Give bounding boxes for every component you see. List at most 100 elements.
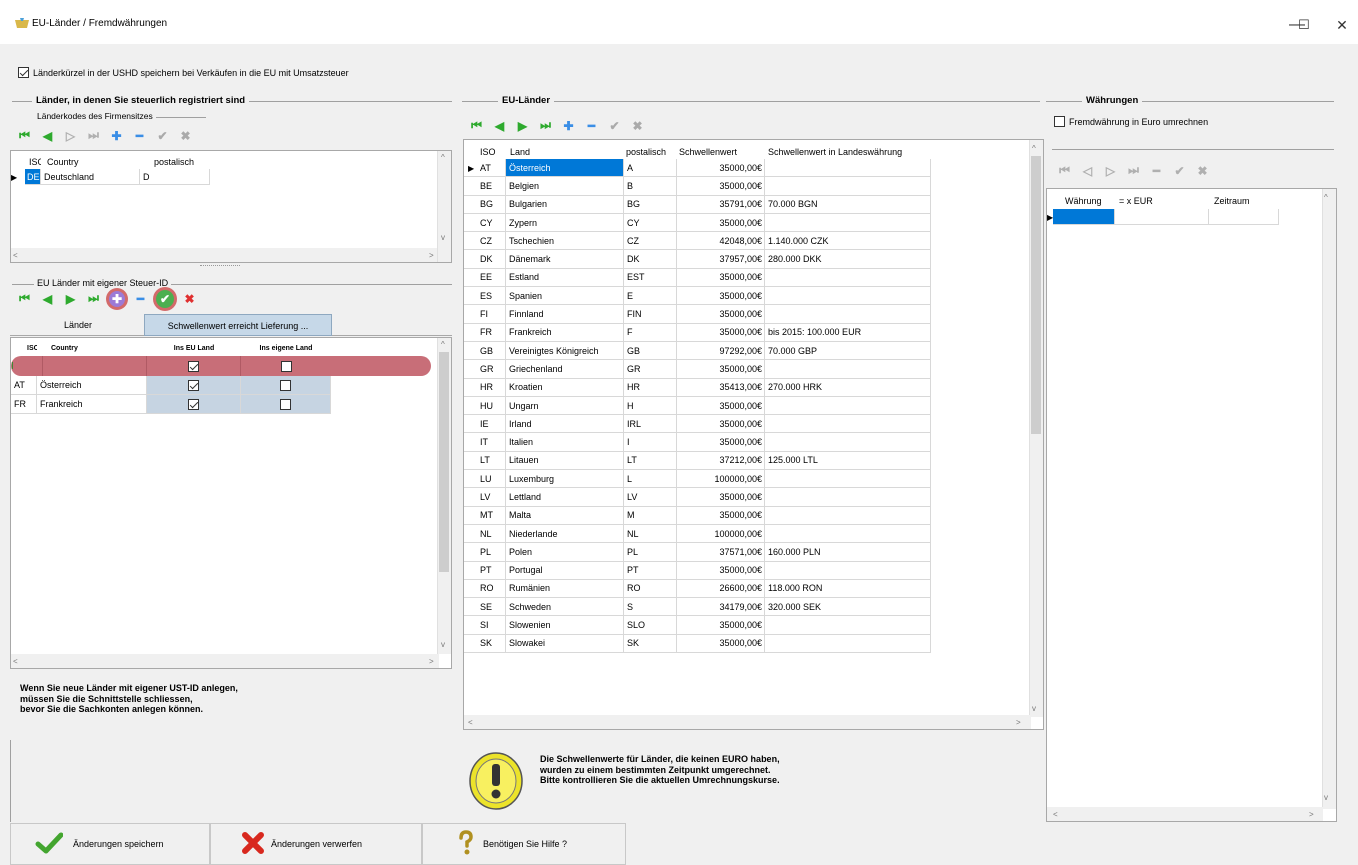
delete-record-icon[interactable]: ━ xyxy=(1146,160,1167,181)
eu-hscrollbar[interactable] xyxy=(464,715,1031,729)
next-record-icon[interactable]: ▷ xyxy=(1100,160,1121,181)
eu-iso-cell[interactable]: FR xyxy=(464,323,506,342)
scroll-right-icon[interactable]: > xyxy=(1309,810,1314,819)
table-row[interactable]: GR Griechenland GR 35000,00€ xyxy=(464,360,1043,379)
eu-land-cell[interactable]: Tschechien xyxy=(506,232,624,251)
table-row[interactable]: LV Lettland LV 35000,00€ xyxy=(464,488,1043,507)
eu-own-own-cell[interactable] xyxy=(241,356,331,376)
scroll-right-icon[interactable]: > xyxy=(429,657,434,666)
discard-changes-button[interactable]: Änderungen verwerfen xyxy=(210,823,422,865)
eu-land-cell[interactable]: Finnland xyxy=(506,305,624,324)
table-row[interactable]: CZ Tschechien CZ 42048,00€ 1.140.000 CZK xyxy=(464,232,1043,251)
table-row[interactable]: HR Kroatien HR 35413,00€ 270.000 HRK xyxy=(464,378,1043,397)
table-row[interactable]: DK Dänemark DK 37957,00€ 280.000 DKK xyxy=(464,250,1043,269)
col-currency[interactable]: Währung xyxy=(1047,193,1117,209)
checkbox-icon[interactable] xyxy=(280,398,291,410)
currency-grid[interactable]: Währung = x EUR Zeitraum ▶ ^ v < > xyxy=(1046,188,1337,822)
col-postal[interactable]: postalisch xyxy=(624,144,677,159)
table-row[interactable]: MT Malta M 35000,00€ xyxy=(464,506,1043,525)
col-iso[interactable]: ISO xyxy=(464,144,506,159)
eu-land-cell[interactable]: Irland xyxy=(506,415,624,434)
last-record-icon[interactable]: ⏭ xyxy=(83,288,104,309)
eu-own-eu-cell[interactable] xyxy=(147,395,241,414)
scroll-left-icon[interactable]: < xyxy=(13,657,18,666)
eu-threshold-local-cell[interactable]: 280.000 DKK xyxy=(765,250,931,269)
table-row[interactable]: FR Frankreich F 35000,00€ bis 2015: 100.000 … xyxy=(464,323,1043,342)
table-row[interactable]: FI Finnland FIN 35000,00€ xyxy=(464,305,1043,324)
eu-iso-cell[interactable]: SI xyxy=(464,616,506,635)
eu-threshold-cell[interactable]: 35000,00€ xyxy=(677,415,765,434)
eu-land-cell[interactable]: Bulgarien xyxy=(506,195,624,214)
eu-iso-cell[interactable]: SK xyxy=(464,634,506,654)
period-cell[interactable] xyxy=(1209,209,1279,225)
eu-iso-cell[interactable]: RO xyxy=(464,579,506,599)
eu-own-hscrollbar[interactable] xyxy=(11,654,439,668)
eu-postal-cell[interactable]: PL xyxy=(624,543,677,562)
scroll-right-icon[interactable]: > xyxy=(1016,718,1021,727)
eu-threshold-cell[interactable]: 35000,00€ xyxy=(677,396,765,416)
eu-threshold-local-cell[interactable] xyxy=(765,433,931,452)
eu-threshold-cell[interactable]: 35791,00€ xyxy=(677,195,765,214)
eu-postal-cell[interactable]: F xyxy=(624,323,677,342)
eu-iso-cell[interactable]: GB xyxy=(464,341,506,361)
eu-land-cell[interactable]: Schweden xyxy=(506,598,624,617)
eu-threshold-local-cell[interactable]: 160.000 PLN xyxy=(765,543,931,562)
eu-threshold-local-cell[interactable]: 125.000 LTL xyxy=(765,451,931,471)
eu-own-eu-cell[interactable] xyxy=(147,356,241,376)
eu-iso-cell[interactable]: LT xyxy=(464,451,506,471)
cancel-record-icon[interactable]: ✖ xyxy=(179,288,200,309)
scroll-up-icon[interactable]: ^ xyxy=(441,340,445,349)
eu-threshold-local-cell[interactable] xyxy=(765,506,931,525)
eu-postal-cell[interactable]: H xyxy=(624,396,677,416)
eu-postal-cell[interactable]: LT xyxy=(624,451,677,471)
eu-threshold-local-cell[interactable]: 70.000 GBP xyxy=(765,341,931,361)
col-postal[interactable]: postalisch xyxy=(151,155,211,169)
table-row[interactable]: I xyxy=(11,356,431,376)
table-row[interactable]: LU Luxemburg L 100000,00€ xyxy=(464,470,1043,489)
eu-land-cell[interactable]: Slowakei xyxy=(506,634,624,654)
eu-iso-cell[interactable]: CZ xyxy=(464,232,506,251)
last-record-icon[interactable]: ⏭ xyxy=(1123,160,1144,181)
table-row[interactable]: IE Irland IRL 35000,00€ xyxy=(464,415,1043,434)
eu-threshold-cell[interactable]: 35000,00€ xyxy=(677,213,765,233)
eu-postal-cell[interactable]: BG xyxy=(624,195,677,214)
cancel-record-icon[interactable]: ✖ xyxy=(1192,160,1213,181)
post-record-icon[interactable]: ✔ xyxy=(604,115,625,136)
col-threshold[interactable]: Schwellenwert xyxy=(677,144,765,159)
scroll-right-icon[interactable]: > xyxy=(429,251,434,260)
eu-threshold-local-cell[interactable] xyxy=(765,360,931,379)
first-record-icon[interactable]: ⏮ xyxy=(1054,160,1075,181)
eu-threshold-cell[interactable]: 100000,00€ xyxy=(677,470,765,489)
eu-land-cell[interactable]: Spanien xyxy=(506,287,624,306)
table-row[interactable]: PL Polen PL 37571,00€ 160.000 PLN xyxy=(464,543,1043,562)
eu-threshold-local-cell[interactable] xyxy=(765,213,931,233)
eu-land-cell[interactable]: Zypern xyxy=(506,213,624,233)
table-row[interactable]: GB Vereinigtes Königreich GB 97292,00€ 70.00… xyxy=(464,341,1043,361)
eu-own-iso-cell[interactable] xyxy=(23,356,43,376)
table-row[interactable]: BE Belgien B 35000,00€ xyxy=(464,177,1043,196)
eu-iso-cell[interactable]: LV xyxy=(464,488,506,507)
eu-threshold-cell[interactable]: 37212,00€ xyxy=(677,451,765,471)
eu-postal-cell[interactable]: RO xyxy=(624,579,677,599)
first-record-icon[interactable]: ⏮ xyxy=(14,125,35,146)
eu-postal-cell[interactable]: E xyxy=(624,287,677,306)
last-record-icon[interactable]: ⏭ xyxy=(83,125,104,146)
eu-iso-cell[interactable]: NL xyxy=(464,524,506,544)
eu-threshold-cell[interactable]: 35413,00€ xyxy=(677,378,765,397)
eu-threshold-cell[interactable]: 35000,00€ xyxy=(677,360,765,379)
next-record-icon[interactable]: ▷ xyxy=(60,125,81,146)
eu-iso-cell[interactable]: DK xyxy=(464,250,506,269)
rate-cell[interactable] xyxy=(1115,209,1209,225)
eu-threshold-local-cell[interactable]: 270.000 HRK xyxy=(765,378,931,397)
eu-threshold-local-cell[interactable] xyxy=(765,305,931,324)
eu-threshold-local-cell[interactable] xyxy=(765,561,931,580)
eu-threshold-cell[interactable]: 35000,00€ xyxy=(677,287,765,306)
eu-threshold-local-cell[interactable] xyxy=(765,488,931,507)
scroll-down-icon[interactable]: v xyxy=(441,640,445,649)
eu-threshold-local-cell[interactable] xyxy=(765,396,931,416)
eu-land-cell[interactable]: Griechenland xyxy=(506,360,624,379)
convert-currency-checkbox[interactable]: Fremdwährung in Euro umrechnen xyxy=(1054,116,1208,127)
eu-iso-cell[interactable]: BG xyxy=(464,195,506,214)
prev-record-icon[interactable]: ◁ xyxy=(1077,160,1098,181)
eu-threshold-cell[interactable]: 35000,00€ xyxy=(677,433,765,452)
